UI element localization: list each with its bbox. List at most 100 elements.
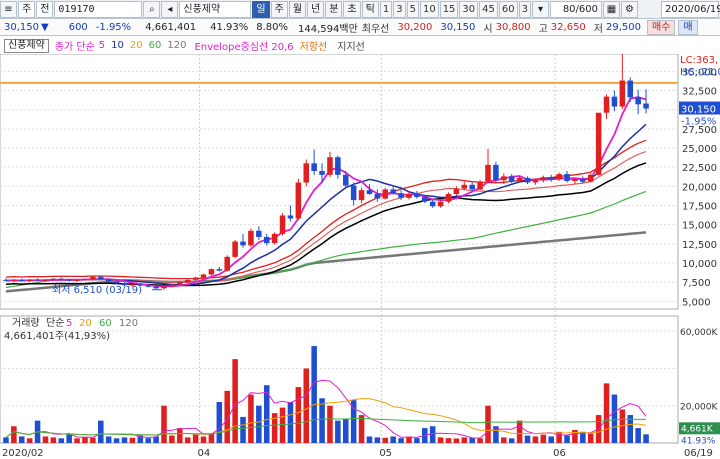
stock-name-box[interactable]: 신풍제약 [4, 38, 49, 53]
date-field[interactable]: 2020/06/19 [661, 0, 720, 18]
volume-bar [342, 418, 349, 443]
dropdown-icon[interactable]: ▾ [532, 0, 549, 18]
candle-body [390, 189, 396, 194]
ma5-line [5, 96, 647, 288]
candle-body [311, 163, 317, 171]
volume-bar [208, 433, 215, 443]
volume-bar [548, 436, 554, 443]
lc-label: LC:363, [680, 55, 718, 66]
best-bid-label: 최우선 [361, 24, 390, 35]
support-label[interactable]: 지지선 [337, 38, 365, 53]
volume-bar [216, 402, 223, 443]
period-minute-button[interactable]: 분 [325, 0, 343, 18]
interval-1-button[interactable]: 1 [379, 0, 393, 18]
price-tick-label: 7,500 [682, 278, 711, 289]
candle-body [303, 163, 310, 183]
range-input[interactable]: 80/600 [550, 0, 602, 18]
volume-bar [177, 428, 183, 443]
candle-body [437, 201, 444, 207]
candle-body [429, 201, 436, 207]
candle-body [153, 286, 159, 289]
volume-legend-item: 거래량 [12, 317, 40, 329]
candle-body [556, 174, 562, 180]
speaker-icon[interactable]: ◂ [161, 0, 179, 18]
buy-button[interactable]: 매수 [647, 20, 676, 35]
menu-icon[interactable]: ≡ [0, 0, 17, 18]
volume-bar [335, 420, 341, 443]
interval-3-button[interactable]: 3 [393, 0, 406, 18]
volume-bar [382, 437, 389, 443]
volume-bar [414, 438, 420, 443]
candle-body [485, 164, 491, 182]
volume-bar [145, 438, 151, 443]
interval-60-button[interactable]: 60 [498, 0, 518, 18]
period-year-button[interactable]: 년 [307, 0, 325, 18]
interval-30-button[interactable]: 30 [459, 0, 479, 18]
period-week-button[interactable]: 주 [270, 0, 288, 18]
period-month-button[interactable]: 월 [288, 0, 307, 18]
candle-body [635, 97, 641, 105]
price-ma-label[interactable]: 종가 단순 [55, 38, 95, 53]
envelope-upper-line [5, 139, 647, 280]
x-label: 2020/02 [2, 448, 44, 459]
interval-10-button[interactable]: 10 [419, 0, 439, 18]
volume-bar [224, 390, 230, 443]
interval-15-button[interactable]: 15 [439, 0, 459, 18]
volume-bar [303, 368, 310, 443]
candle-body [358, 190, 365, 201]
candle-body [453, 188, 460, 194]
volume-bar [248, 394, 254, 443]
volume-bar [121, 437, 128, 443]
sell-button[interactable]: 매 [678, 20, 698, 35]
volume-bar [256, 405, 262, 443]
grid-icon[interactable]: ▦ [603, 0, 620, 18]
period-second-button[interactable]: 초 [343, 0, 361, 18]
volume-bar [611, 394, 618, 443]
interval-3b-button[interactable]: 3 [518, 0, 531, 18]
high-price: 32,650 [550, 22, 586, 33]
volume-bars [3, 346, 649, 443]
low-price: 29,500 [606, 22, 641, 33]
chart-grid [0, 54, 679, 444]
x-label: 06 [553, 448, 566, 459]
candle-body [501, 176, 507, 181]
volume-bar [169, 435, 175, 443]
interval-5-button[interactable]: 5 [406, 0, 419, 18]
candle-body [611, 96, 618, 107]
candle-body [595, 112, 602, 175]
stock-name-field[interactable]: 신풍제약 [179, 0, 252, 18]
period-tick-button[interactable]: 틱 [361, 0, 379, 18]
volume-bar [3, 437, 9, 443]
ma60-label[interactable]: 60 [149, 40, 162, 51]
volume-bar [508, 438, 515, 443]
stock-code-input[interactable]: 019170 [54, 0, 143, 18]
volume-bar [398, 438, 404, 443]
ma10-label[interactable]: 10 [111, 40, 124, 51]
ma120-label[interactable]: 120 [167, 40, 186, 51]
hc-label: HC:-21,0 [680, 67, 720, 78]
candle-body [327, 157, 333, 175]
candle-body [113, 281, 120, 284]
ma5-label[interactable]: 5 [99, 40, 105, 51]
settings-icon[interactable]: ⚙ [621, 0, 638, 18]
volume-legend-item: 5 [66, 318, 72, 329]
volume-bar [26, 438, 33, 443]
volume-legend-item: 120 [119, 318, 138, 329]
interval-45-button[interactable]: 45 [479, 0, 498, 18]
volume-bar [587, 433, 594, 443]
search-icon[interactable]: ⌕ [143, 0, 161, 18]
last-change-label: -1.95% [681, 117, 716, 128]
resistance-label[interactable]: 저항선 [300, 38, 328, 53]
volume-pct-label: 41.93% [681, 436, 716, 446]
moving-average-lines [5, 96, 647, 293]
envelope-label[interactable]: Envelope중심선 20,6 [194, 38, 293, 53]
volume-bar [232, 359, 238, 443]
type-select[interactable]: 전 [36, 0, 54, 18]
ma20-label[interactable]: 20 [130, 40, 143, 51]
price-volume-chart[interactable]: 35,00032,50030,00027,50025,00022,50020,0… [0, 54, 720, 459]
candle-body [42, 279, 49, 281]
market-select[interactable]: 주 [18, 0, 36, 18]
candle-body [461, 184, 468, 189]
volume-bar [66, 434, 72, 443]
period-day-button[interactable]: 일 [252, 0, 270, 18]
